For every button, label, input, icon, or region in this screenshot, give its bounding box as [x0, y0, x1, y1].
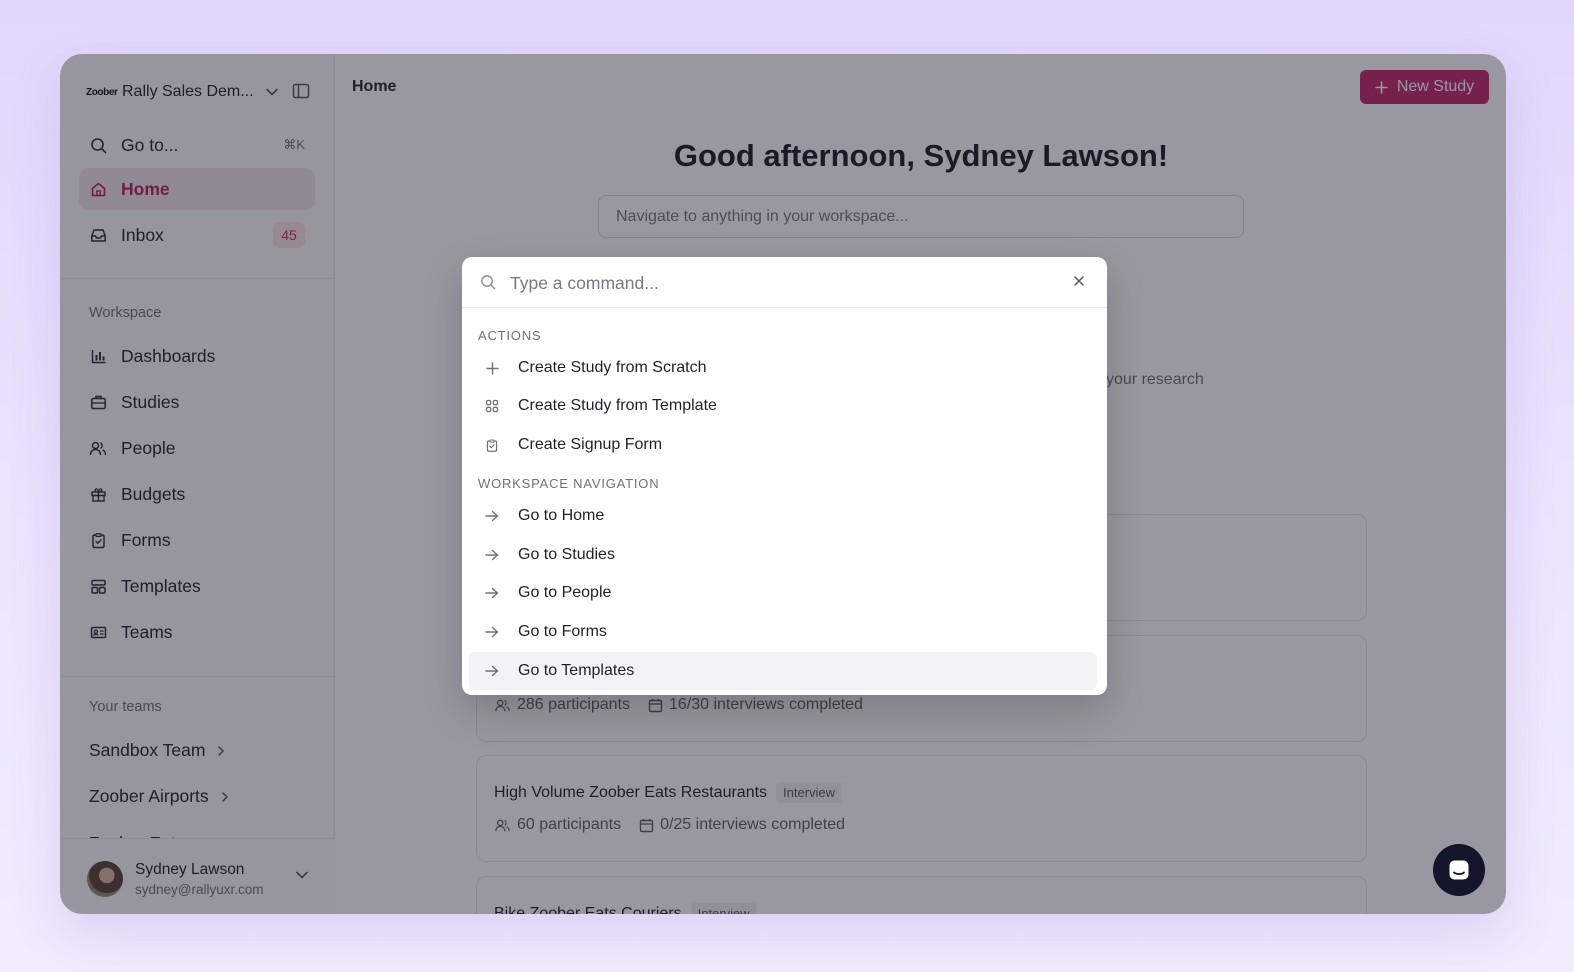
command-label: Go to Forms	[518, 623, 607, 640]
command-create-study-scratch[interactable]: Create Study from Scratch	[469, 349, 1097, 387]
command-input[interactable]	[510, 269, 1050, 297]
arrow-right-icon	[483, 587, 501, 599]
arrow-right-icon	[483, 510, 501, 522]
command-label: Go to Home	[518, 507, 605, 524]
command-go-home[interactable]: Go to Home	[469, 497, 1097, 535]
command-palette: ACTIONS Create Study from Scratch Create…	[462, 257, 1107, 695]
command-label: Create Study from Scratch	[518, 359, 707, 376]
command-input-row	[462, 257, 1107, 308]
clipboard-check-icon	[483, 438, 501, 453]
navigation-group-label: WORKSPACE NAVIGATION	[478, 476, 660, 491]
actions-group-label: ACTIONS	[478, 328, 542, 343]
search-icon	[480, 274, 496, 290]
command-label: Go to Templates	[518, 662, 635, 679]
command-label: Create Study from Template	[518, 397, 717, 414]
command-go-templates[interactable]: Go to Templates	[469, 652, 1097, 690]
command-label: Go to Studies	[518, 546, 615, 563]
plus-icon	[483, 361, 501, 375]
command-go-people[interactable]: Go to People	[469, 574, 1097, 612]
command-label: Create Signup Form	[518, 436, 663, 453]
command-create-study-template[interactable]: Create Study from Template	[469, 387, 1097, 425]
arrow-right-icon	[483, 665, 501, 677]
chat-icon	[1447, 858, 1471, 882]
command-label: Go to People	[518, 584, 612, 601]
template-grid-icon	[483, 399, 501, 413]
command-go-forms[interactable]: Go to Forms	[469, 613, 1097, 651]
arrow-right-icon	[483, 626, 501, 638]
command-go-studies[interactable]: Go to Studies	[469, 536, 1097, 574]
arrow-right-icon	[483, 549, 501, 561]
support-chat-button[interactable]	[1433, 844, 1485, 896]
command-create-signup-form[interactable]: Create Signup Form	[469, 426, 1097, 464]
close-icon[interactable]	[1072, 274, 1086, 288]
